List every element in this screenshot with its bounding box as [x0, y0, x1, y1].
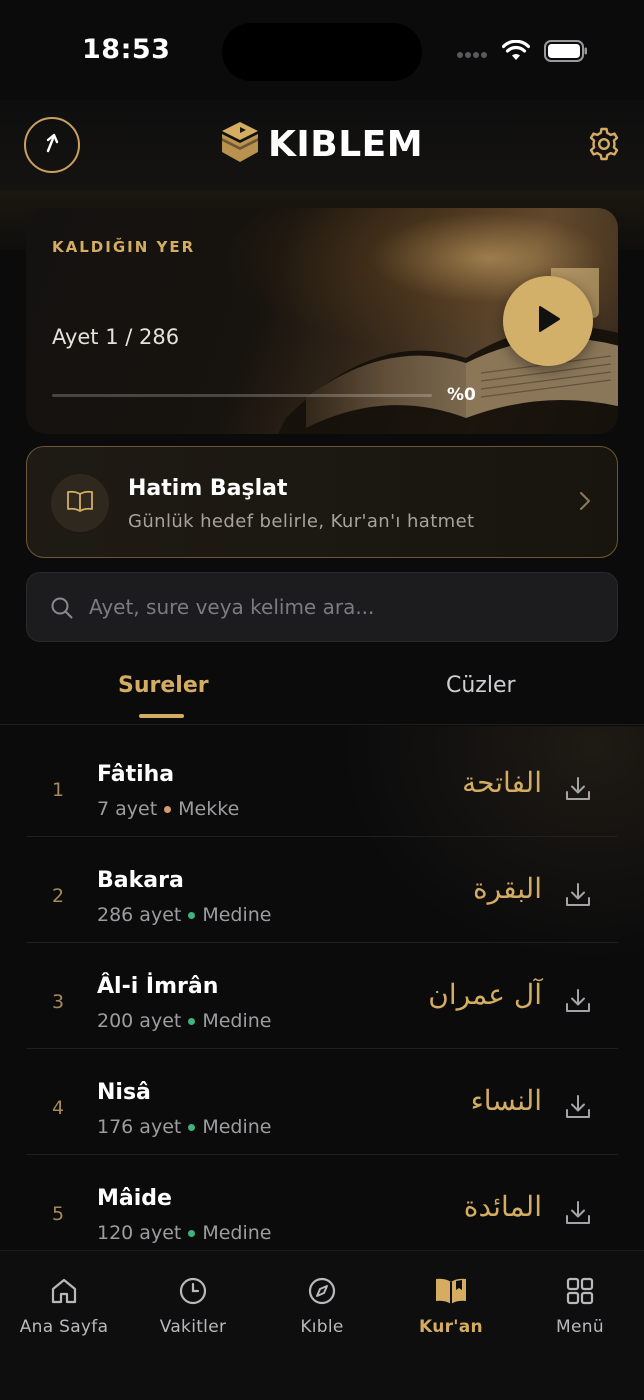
surah-arabic-name: آل عمران	[428, 978, 542, 1011]
tabbar-label: Vakitler	[159, 1317, 227, 1337]
ayet-count: 286 ayet	[97, 904, 182, 926]
ayet-count: 120 ayet	[97, 1222, 182, 1244]
tabbar-item-times[interactable]: Vakitler	[129, 1273, 257, 1337]
revelation-dot	[188, 911, 196, 919]
surah-row[interactable]: 2 Bakara 286 ayet Medine البقرة	[26, 837, 618, 943]
continue-label: KALDIĞIN YER	[52, 238, 196, 256]
logo-text: KIBLEM	[268, 123, 424, 165]
revelation-dot	[188, 1017, 196, 1025]
surah-name: Nisâ	[97, 1080, 151, 1105]
surah-number: 1	[52, 779, 65, 801]
settings-button[interactable]	[586, 126, 622, 162]
revelation-dot	[164, 805, 172, 813]
revelation-place: Mekke	[178, 798, 240, 820]
start-hatim-card[interactable]: Hatim Başlat Günlük hedef belirle, Kur'a…	[26, 446, 618, 558]
surah-name: Bakara	[97, 868, 184, 893]
arrow-up-right-icon	[39, 130, 65, 160]
clock-icon	[129, 1273, 257, 1309]
surah-row[interactable]: 1 Fâtiha 7 ayet Mekke الفاتحة	[26, 731, 618, 837]
revelation-dot	[188, 1229, 196, 1237]
search-input[interactable]	[89, 573, 589, 641]
tabbar-item-menu[interactable]: Menü	[516, 1273, 644, 1337]
tab-juz[interactable]: Cüzler	[446, 673, 516, 698]
hatim-title: Hatim Başlat	[128, 476, 288, 501]
surah-number: 2	[52, 885, 65, 907]
surah-meta: 286 ayet Medine	[97, 904, 272, 926]
surah-number: 3	[52, 991, 65, 1013]
download-icon[interactable]	[564, 881, 592, 913]
download-icon[interactable]	[564, 1199, 592, 1231]
surah-meta: 176 ayet Medine	[97, 1116, 272, 1138]
status-bar: 18:53	[0, 0, 644, 100]
ayet-position: Ayet 1 / 286	[52, 325, 180, 349]
ayet-count: 176 ayet	[97, 1116, 182, 1138]
reading-progress-bar	[52, 394, 432, 397]
tabbar-item-home[interactable]: Ana Sayfa	[0, 1273, 128, 1337]
open-book-icon	[66, 490, 94, 516]
surah-number: 5	[52, 1203, 65, 1225]
surah-name: Mâide	[97, 1186, 172, 1211]
surah-arabic-name: البقرة	[472, 872, 542, 905]
battery-icon	[544, 40, 588, 66]
revelation-place: Medine	[202, 1222, 272, 1244]
cellular-signal-icon	[456, 44, 488, 63]
status-icons	[456, 39, 588, 66]
continue-reading-card[interactable]: KALDIĞIN YER Ayet 1 / 286 %0	[26, 208, 618, 434]
hatim-icon-wrap	[51, 474, 109, 532]
ayet-count: 7 ayet	[97, 798, 158, 820]
revelation-place: Medine	[202, 1010, 272, 1032]
qibla-compass-button[interactable]	[24, 117, 80, 173]
play-button[interactable]	[503, 276, 593, 366]
download-icon[interactable]	[564, 1093, 592, 1125]
tab-surahs[interactable]: Sureler	[118, 673, 209, 698]
home-icon	[0, 1273, 128, 1309]
kaaba-logo-icon	[220, 120, 260, 168]
ayet-count: 200 ayet	[97, 1010, 182, 1032]
gear-icon	[586, 127, 622, 166]
dynamic-island	[222, 23, 422, 81]
bottom-tab-bar: Ana Sayfa Vakitler Kıble Kur'an Menü	[0, 1250, 644, 1400]
tabbar-label: Kıble	[300, 1317, 344, 1337]
active-tab-indicator	[139, 714, 184, 718]
surah-row[interactable]: 3 Âl-i İmrân 200 ayet Medine آل عمران	[26, 943, 618, 1049]
grid-menu-icon	[516, 1273, 644, 1309]
play-icon	[533, 303, 563, 339]
surah-arabic-name: الفاتحة	[462, 766, 542, 799]
compass-icon	[258, 1273, 386, 1309]
surah-name: Fâtiha	[97, 762, 175, 787]
surah-row[interactable]: 5 Mâide 120 ayet Medine المائدة	[26, 1155, 618, 1250]
revelation-place: Medine	[202, 904, 272, 926]
chevron-right-icon	[579, 491, 591, 515]
tabbar-label: Ana Sayfa	[19, 1317, 109, 1337]
surah-arabic-name: المائدة	[463, 1190, 542, 1223]
download-icon[interactable]	[564, 987, 592, 1019]
surah-number: 4	[52, 1097, 65, 1119]
surah-list: 1 Fâtiha 7 ayet Mekke الفاتحة 2 Bakara 2…	[0, 726, 644, 1250]
download-icon[interactable]	[564, 775, 592, 807]
tabbar-item-quran[interactable]: Kur'an	[387, 1273, 515, 1337]
revelation-place: Medine	[202, 1116, 272, 1138]
wifi-icon	[501, 39, 531, 66]
tabbar-label: Kur'an	[419, 1317, 483, 1337]
search-icon	[51, 597, 73, 623]
surah-meta: 120 ayet Medine	[97, 1222, 272, 1244]
status-time: 18:53	[82, 34, 171, 65]
segment-tabs: Sureler Cüzler	[0, 655, 644, 725]
search-bar	[26, 572, 618, 642]
surah-meta: 200 ayet Medine	[97, 1010, 272, 1032]
surah-arabic-name: النساء	[470, 1084, 542, 1117]
progress-percent: %0	[447, 385, 476, 405]
surah-row[interactable]: 4 Nisâ 176 ayet Medine النساء	[26, 1049, 618, 1155]
book-filled-icon	[387, 1273, 515, 1309]
tabbar-item-qibla[interactable]: Kıble	[258, 1273, 386, 1337]
tabbar-label: Menü	[556, 1317, 604, 1337]
hatim-subtitle: Günlük hedef belirle, Kur'an'ı hatmet	[128, 511, 475, 532]
app-logo: KIBLEM	[220, 120, 423, 168]
surah-meta: 7 ayet Mekke	[97, 798, 239, 820]
surah-name: Âl-i İmrân	[97, 974, 219, 999]
app-header: KIBLEM	[0, 100, 644, 190]
revelation-dot	[188, 1123, 196, 1131]
